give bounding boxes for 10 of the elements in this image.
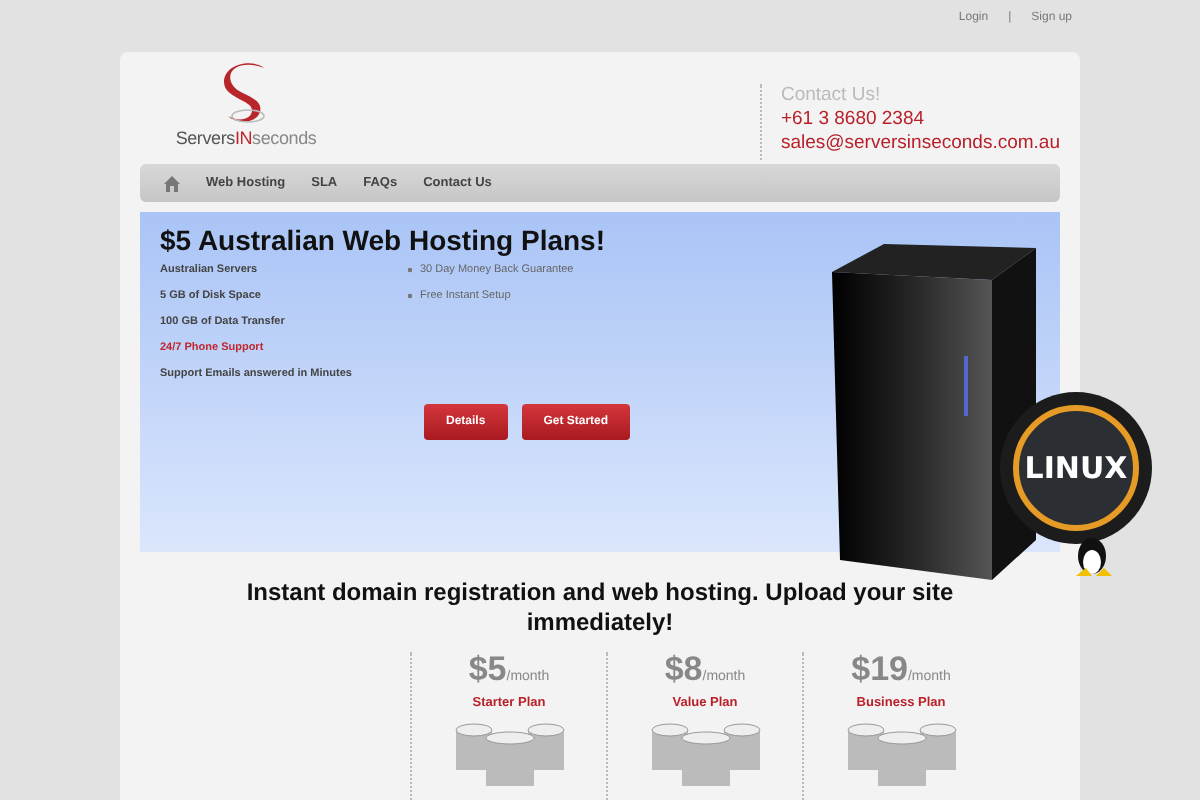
- logo-text: ServersINseconds: [175, 128, 317, 148]
- headline: Instant domain registration and web hosting. Upload your site immediately!: [244, 578, 956, 638]
- home-icon[interactable]: [164, 175, 180, 191]
- database-icon: [645, 722, 765, 786]
- email-link[interactable]: sales@serversinseconds.com.au: [780, 132, 1060, 156]
- database-icon: [841, 722, 961, 786]
- contact-title: Contact Us!: [780, 84, 883, 108]
- database-icon: [449, 722, 569, 786]
- hero-title: $5 Australian Web Hosting Plans!: [160, 224, 607, 256]
- phone-number: +61 3 8680 2384: [780, 108, 927, 132]
